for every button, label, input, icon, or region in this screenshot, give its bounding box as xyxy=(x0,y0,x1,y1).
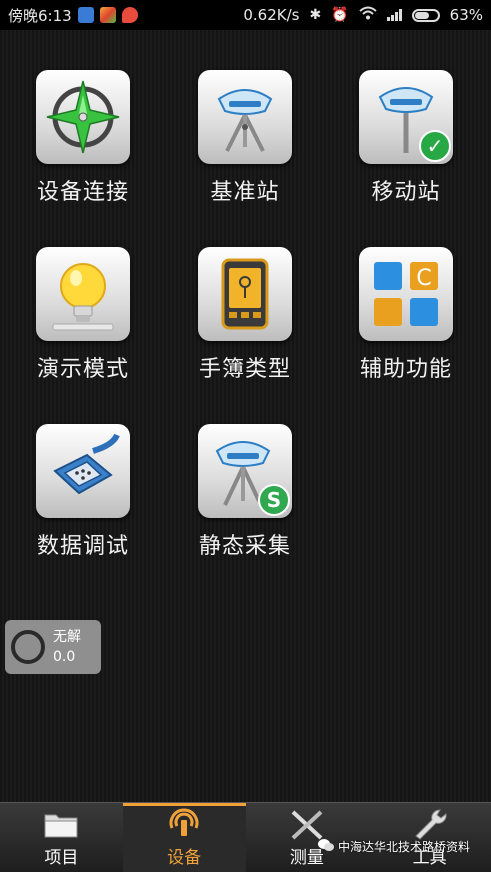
fix-label: 无解 xyxy=(53,629,81,645)
tile-rover[interactable]: ✓ 移动站 xyxy=(331,70,481,206)
static-badge-icon: S xyxy=(258,484,290,516)
fix-indicator-icon xyxy=(11,630,45,664)
wrench-icon xyxy=(412,807,448,841)
wifi-icon xyxy=(358,6,377,24)
app-notification-icon xyxy=(77,7,94,23)
bottom-nav: 项目 设备 测量 工具 xyxy=(0,802,491,872)
nav-project[interactable]: 项目 xyxy=(0,803,123,872)
fix-status-widget[interactable]: 无解 0.0 xyxy=(5,620,101,674)
alarm-icon: ⏰ xyxy=(331,7,349,23)
watermark: 中海达华北技术路桥资料 xyxy=(318,838,470,855)
watermark-text: 中海达华北技术路桥资料 xyxy=(338,840,471,854)
base-station-receiver-icon xyxy=(198,70,292,164)
serial-connector-icon xyxy=(36,424,130,518)
net-speed: 0.62K/s xyxy=(243,6,300,24)
tile-label: 演示模式 xyxy=(36,357,129,382)
tile-label: 基准站 xyxy=(210,180,280,205)
cell-signal-icon xyxy=(386,9,402,21)
tile-label: 数据调试 xyxy=(36,534,129,559)
tile-static-collect[interactable]: S 静态采集 xyxy=(170,424,320,560)
tile-label: 辅助功能 xyxy=(359,357,452,382)
tile-label: 设备连接 xyxy=(36,180,129,205)
status-right: 0.62K/s ✱ ⏰ 63% xyxy=(243,6,483,24)
tile-handheld-type[interactable]: 手簿类型 xyxy=(170,247,320,383)
lightbulb-icon xyxy=(36,247,130,341)
tile-label: 静态采集 xyxy=(198,534,291,559)
svg-text:C: C xyxy=(416,266,431,291)
check-badge-icon: ✓ xyxy=(419,130,451,162)
fix-value: 0.0 xyxy=(53,649,76,665)
tile-label: 手簿类型 xyxy=(198,357,291,382)
fix-text: 无解 0.0 xyxy=(53,627,81,667)
battery-percent: 63% xyxy=(449,6,483,24)
tile-device-connect[interactable]: 设备连接 xyxy=(8,70,158,206)
measure-tools-icon xyxy=(289,807,325,841)
tile-label: 移动站 xyxy=(371,180,441,205)
photos-notification-icon xyxy=(99,7,116,23)
folder-icon xyxy=(43,807,79,841)
compass-icon xyxy=(36,70,130,164)
static-survey-receiver-icon: S xyxy=(198,424,292,518)
nav-label: 项目 xyxy=(44,848,79,868)
nav-device[interactable]: 设备 xyxy=(122,803,246,872)
wechat-icon xyxy=(318,838,334,855)
nav-label: 设备 xyxy=(167,848,202,868)
device-menu: 设备连接 基准站 ✓ 移动站 演示模式 手簿类型 C 辅助功能 数据调试 S 静… xyxy=(0,30,491,802)
rover-receiver-icon: ✓ xyxy=(359,70,453,164)
grid-tools-icon: C xyxy=(359,247,453,341)
bluetooth-icon: ✱ xyxy=(309,7,322,23)
map-notification-icon xyxy=(121,7,138,23)
status-left: 傍晚6:13 xyxy=(8,5,138,26)
battery-icon xyxy=(411,8,440,22)
handheld-controller-icon xyxy=(198,247,292,341)
signal-device-icon xyxy=(166,807,202,841)
tile-data-debug[interactable]: 数据调试 xyxy=(8,424,158,560)
status-bar: 傍晚6:13 0.62K/s ✱ ⏰ 63% xyxy=(0,0,491,30)
tile-demo-mode[interactable]: 演示模式 xyxy=(8,247,158,383)
tile-auxiliary[interactable]: C 辅助功能 xyxy=(331,247,481,383)
tile-base-station[interactable]: 基准站 xyxy=(170,70,320,206)
status-time: 傍晚6:13 xyxy=(8,6,72,25)
